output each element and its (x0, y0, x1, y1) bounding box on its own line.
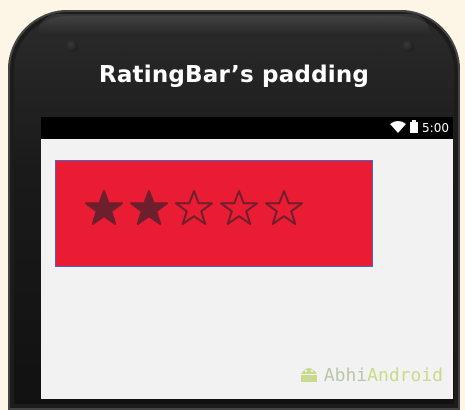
wifi-icon (390, 120, 407, 136)
battery-icon (410, 120, 419, 136)
front-sensor (66, 40, 78, 52)
star-4[interactable] (219, 189, 259, 227)
bezel-highlight (38, 14, 430, 34)
star-2[interactable] (129, 189, 169, 227)
status-bar: 5:00 (41, 117, 453, 139)
status-time: 5:00 (422, 121, 449, 135)
app-screen: Abhi Android (41, 139, 453, 399)
status-icons: 5:00 (390, 120, 449, 136)
rating-bar[interactable] (55, 160, 373, 267)
front-camera (402, 40, 414, 52)
page-title: RatingBar’s padding (98, 62, 370, 88)
star-5[interactable] (264, 189, 304, 227)
star-1[interactable] (84, 189, 124, 227)
rating-stars (84, 189, 304, 227)
star-3[interactable] (174, 189, 214, 227)
